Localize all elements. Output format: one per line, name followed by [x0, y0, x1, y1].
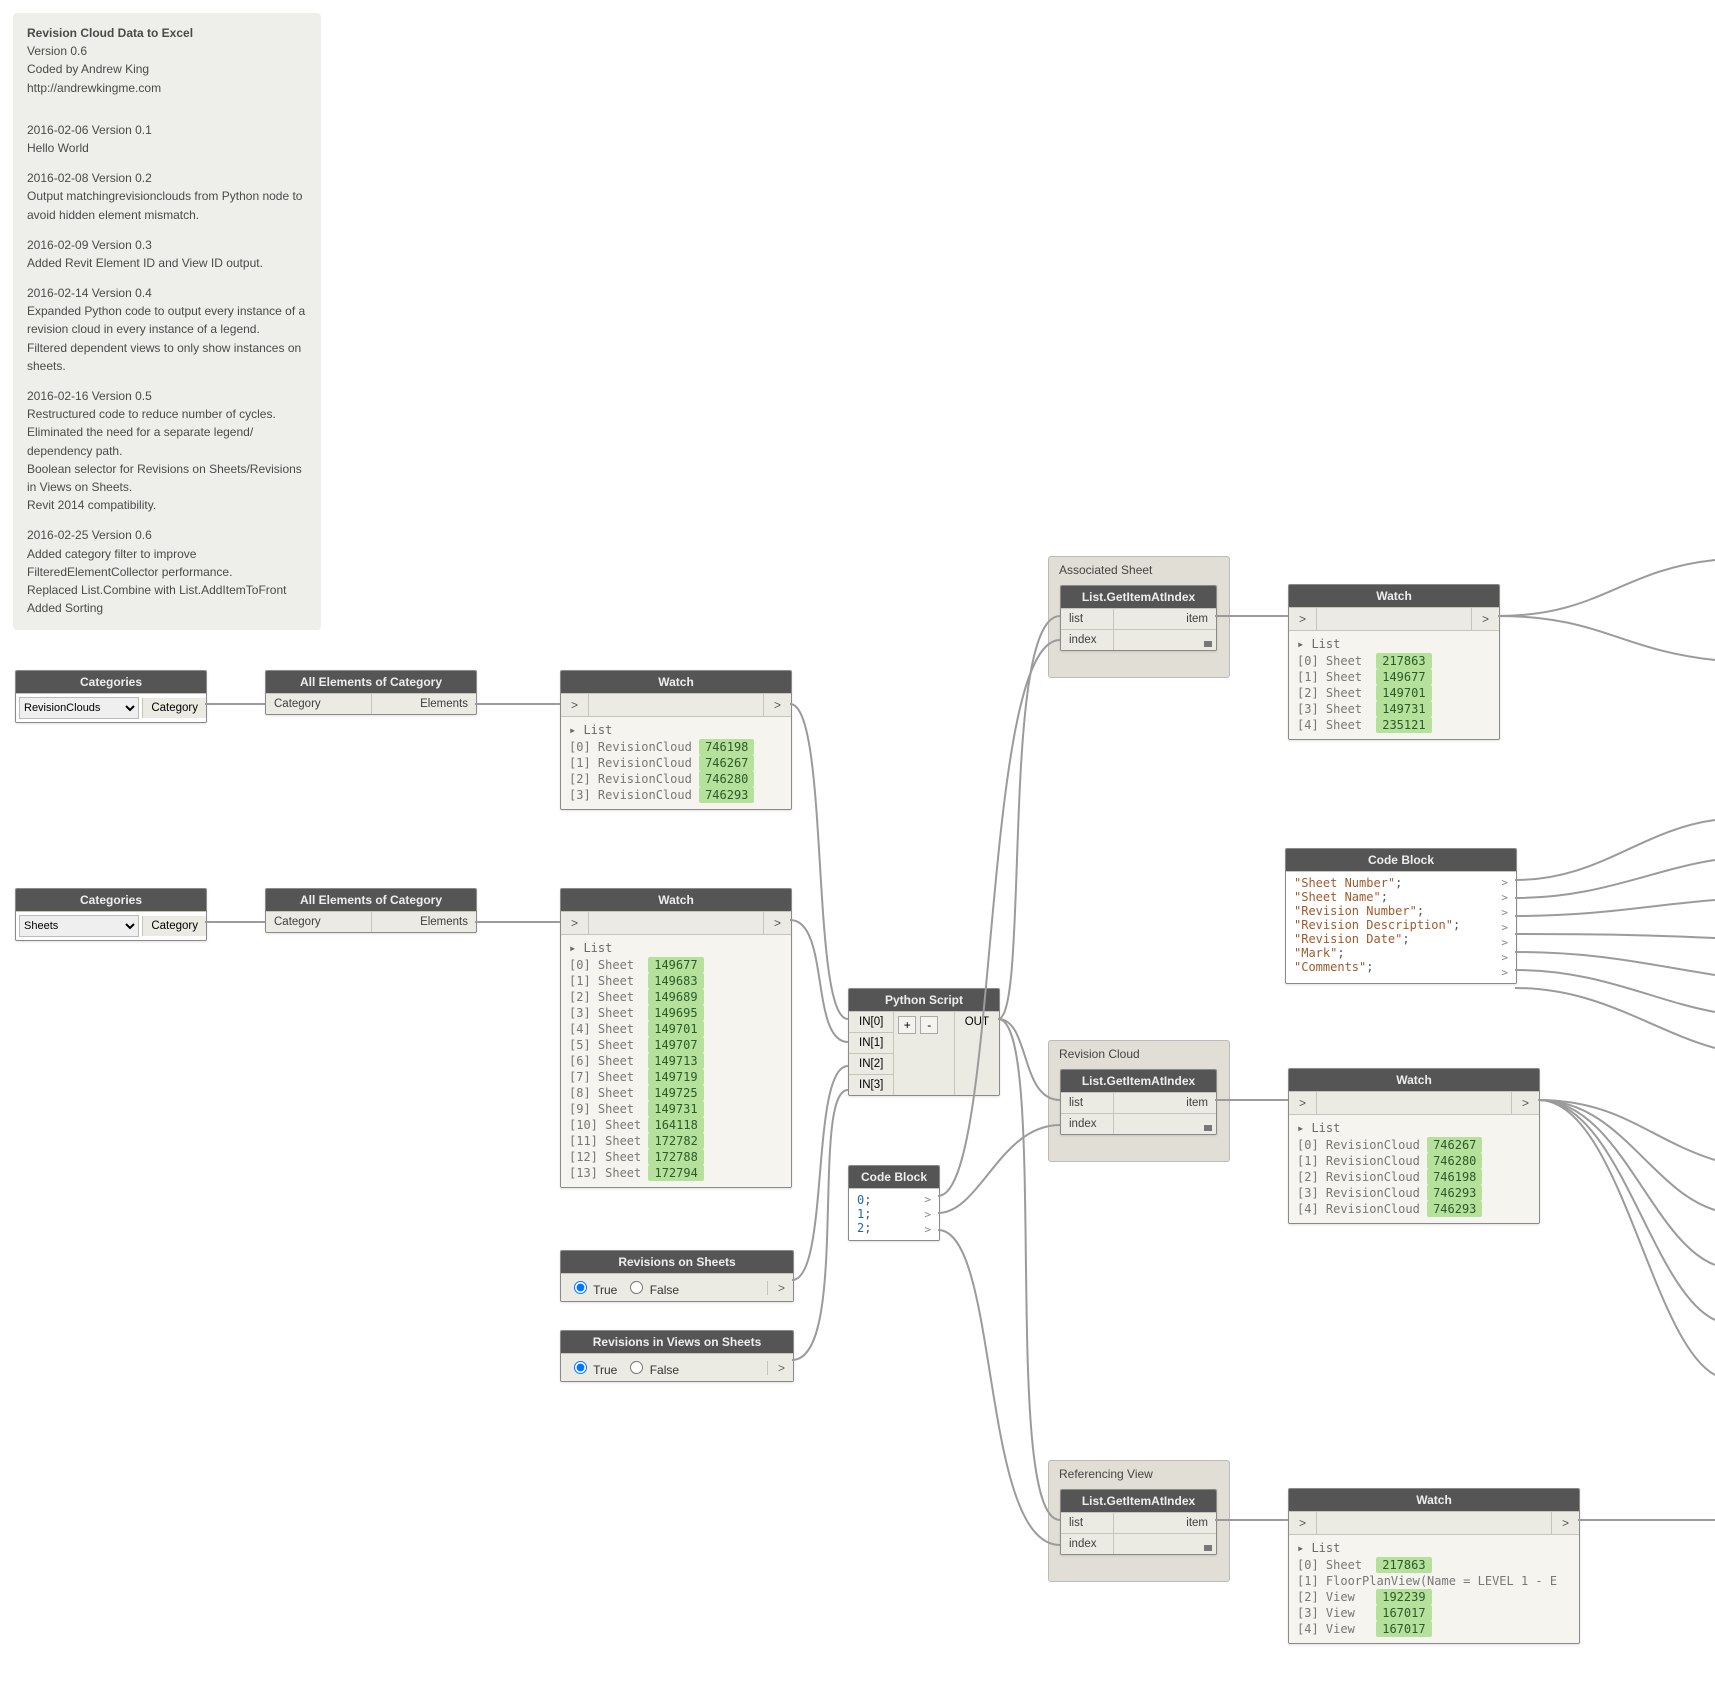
node-revisions-on-sheets[interactable]: Revisions on Sheets True False > [560, 1250, 794, 1302]
node-watch-sheets[interactable]: Watch >> ▸ List [0] Sheet 149677 [1] She… [560, 888, 792, 1188]
node-getitem-refview[interactable]: List.GetItemAtIndex listitem index [1060, 1489, 1217, 1555]
pin-icon [1204, 641, 1212, 647]
node-all-elements-2[interactable]: All Elements of Category Category Elemen… [265, 888, 477, 933]
python-in-port[interactable]: IN[0] [849, 1012, 894, 1033]
node-categories-revisionclouds[interactable]: Categories RevisionClouds Category [15, 670, 207, 723]
node-revisions-in-views[interactable]: Revisions in Views on Sheets True False … [560, 1330, 794, 1382]
node-categories-sheets[interactable]: Categories Sheets Category [15, 888, 207, 941]
note-changelog: 2016-02-06 Version 0.1Hello World2016-02… [27, 110, 307, 617]
node-python-script[interactable]: Python Script IN[0]IN[1]IN[2]IN[3] + - O… [848, 988, 1000, 1096]
node-watch-revclouds[interactable]: Watch >> ▸ List [0] RevisionCloud 746198… [560, 670, 792, 810]
pin-icon [1204, 1125, 1212, 1131]
python-in-port[interactable]: IN[2] [849, 1054, 894, 1075]
node-all-elements-1[interactable]: All Elements of Category Category Elemen… [265, 670, 477, 715]
python-in-port[interactable]: IN[1] [849, 1033, 894, 1054]
radio-true-1[interactable]: True [569, 1278, 617, 1297]
categories-dropdown-1[interactable]: RevisionClouds [19, 697, 139, 719]
node-getitem-assoc[interactable]: List.GetItemAtIndex list item index [1060, 585, 1217, 651]
expand-right-icon[interactable]: > [763, 694, 791, 716]
radio-false-2[interactable]: False [625, 1358, 679, 1377]
python-out-port[interactable]: OUT [954, 1012, 999, 1095]
node-codeblock-labels[interactable]: Code Block "Sheet Number";"Sheet Name";"… [1285, 848, 1517, 984]
node-watch-revcloud[interactable]: Watch >> ▸ List [0] RevisionCloud 746267… [1288, 1068, 1540, 1224]
python-add-port-button[interactable]: + [898, 1016, 916, 1034]
radio-false-1[interactable]: False [625, 1278, 679, 1297]
expand-left-icon[interactable]: > [561, 694, 589, 716]
note-panel: Revision Cloud Data to Excel Version 0.6… [13, 13, 321, 630]
node-getitem-revcloud[interactable]: List.GetItemAtIndex listitem index [1060, 1069, 1217, 1135]
python-remove-port-button[interactable]: - [920, 1016, 938, 1034]
pin-icon [1204, 1545, 1212, 1551]
node-watch-assoc[interactable]: Watch >> ▸ List [0] Sheet 217863 [1] She… [1288, 584, 1500, 740]
categories-dropdown-2[interactable]: Sheets [19, 915, 139, 937]
radio-true-2[interactable]: True [569, 1358, 617, 1377]
node-watch-refview[interactable]: Watch >> ▸ List [0] Sheet 217863 [1] Flo… [1288, 1488, 1580, 1644]
python-in-port[interactable]: IN[3] [849, 1075, 894, 1095]
node-codeblock-index[interactable]: Code Block 0;1;2; >>> [848, 1165, 940, 1241]
